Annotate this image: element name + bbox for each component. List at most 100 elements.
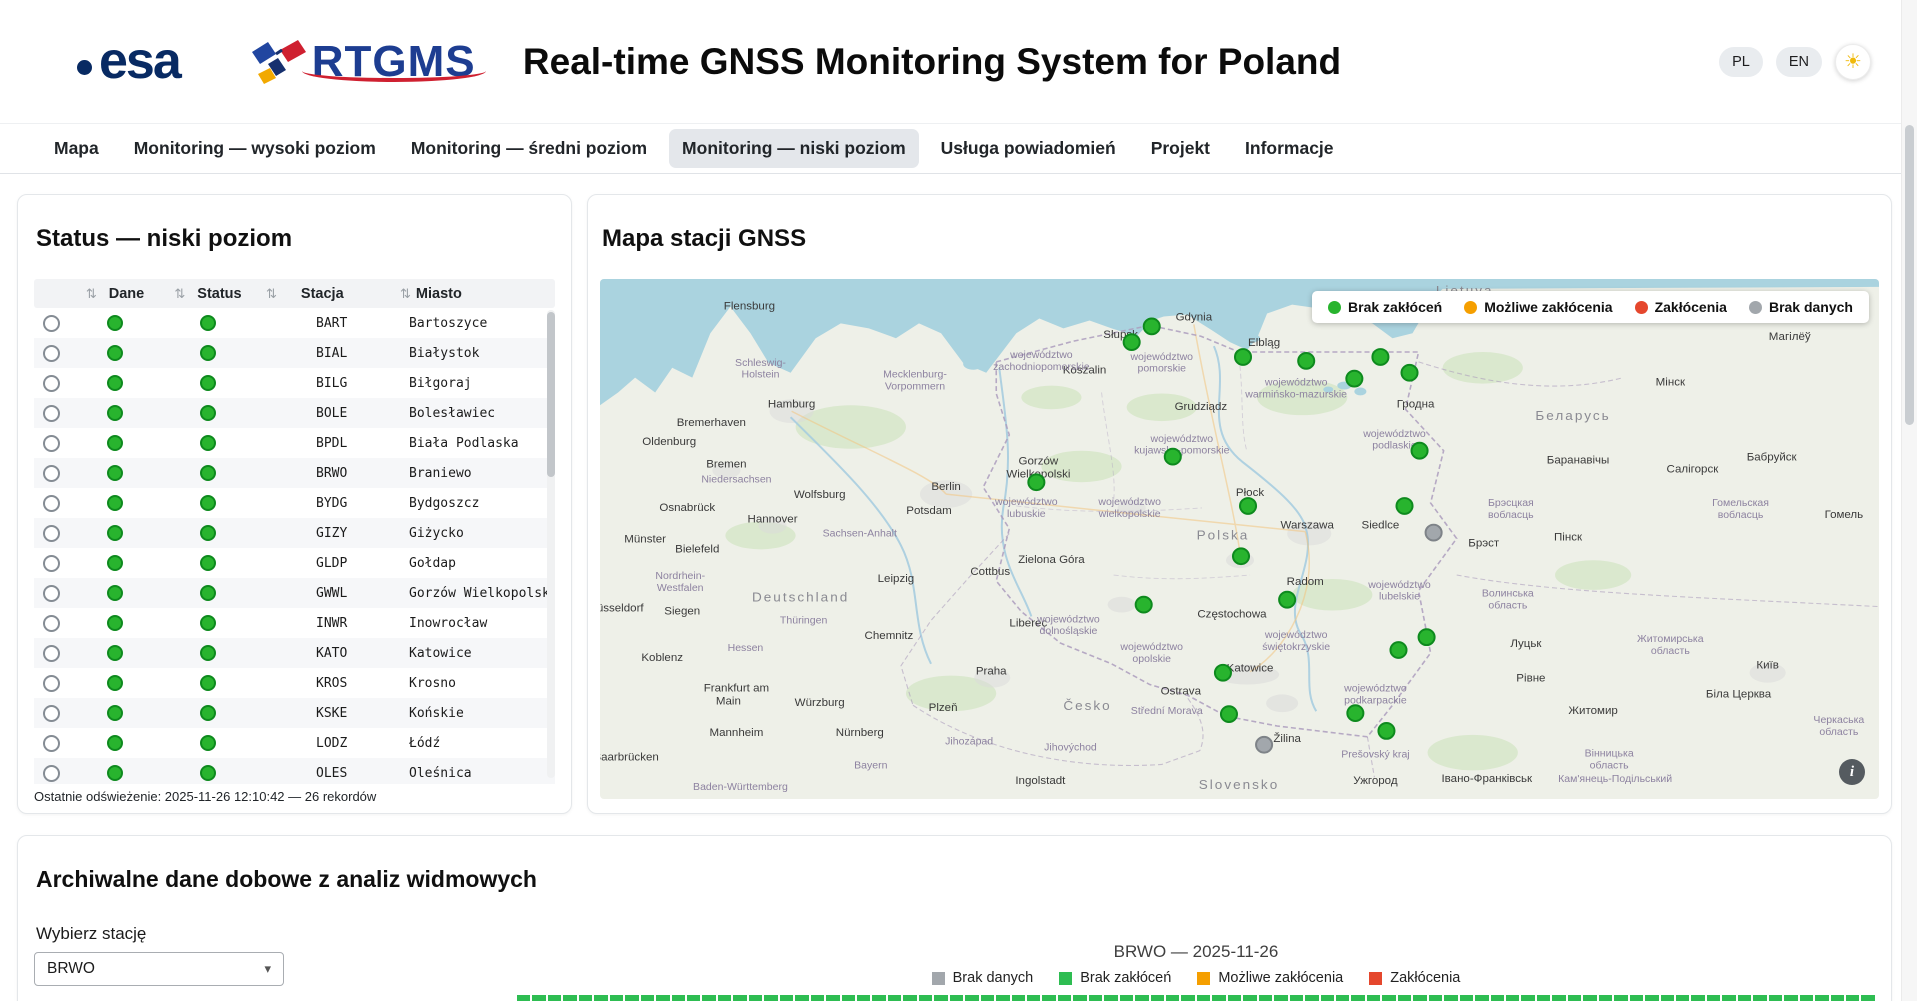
table-row[interactable]: INWRInowrocław bbox=[34, 608, 555, 638]
table-row[interactable]: LODZŁódź bbox=[34, 728, 555, 758]
station-marker[interactable] bbox=[1144, 318, 1160, 334]
station-marker[interactable] bbox=[1136, 597, 1152, 613]
table-row[interactable]: BPDLBiała Podlaska bbox=[34, 428, 555, 458]
table-row[interactable]: KROSKrosno bbox=[34, 668, 555, 698]
station-marker[interactable] bbox=[1256, 737, 1272, 753]
cell-status bbox=[162, 608, 254, 638]
station-code: KROS bbox=[316, 676, 347, 691]
timeline-segment bbox=[1151, 995, 1164, 1001]
timeline-segment bbox=[1166, 995, 1179, 1001]
cell-station: BIAL bbox=[254, 338, 396, 368]
table-row[interactable]: KATOKatowice bbox=[34, 638, 555, 668]
station-marker[interactable] bbox=[1390, 642, 1406, 658]
map-label: Katowice bbox=[1227, 663, 1274, 675]
sort-icon[interactable]: ⇅ bbox=[266, 286, 277, 302]
station-radio[interactable] bbox=[43, 615, 60, 632]
station-marker[interactable] bbox=[1028, 474, 1044, 490]
table-row[interactable]: GLDPGołdap bbox=[34, 548, 555, 578]
station-marker[interactable] bbox=[1372, 349, 1388, 365]
sort-icon[interactable]: ⇅ bbox=[174, 286, 185, 302]
timeline-segment bbox=[1243, 995, 1256, 1001]
sort-icon[interactable]: ⇅ bbox=[86, 286, 97, 302]
station-select[interactable]: BRWO ▾ bbox=[34, 952, 284, 986]
timeline-segment bbox=[687, 995, 700, 1001]
station-marker[interactable] bbox=[1298, 353, 1314, 369]
station-radio[interactable] bbox=[43, 495, 60, 512]
station-marker[interactable] bbox=[1221, 706, 1237, 722]
table-row[interactable]: OLESOleśnica bbox=[34, 758, 555, 784]
station-radio[interactable] bbox=[43, 465, 60, 482]
timeline-segment bbox=[672, 995, 685, 1001]
station-marker[interactable] bbox=[1412, 443, 1428, 459]
station-marker[interactable] bbox=[1165, 449, 1181, 465]
table-row[interactable]: BRWOBraniewo bbox=[34, 458, 555, 488]
table-row[interactable]: BIALBiałystok bbox=[34, 338, 555, 368]
station-radio[interactable] bbox=[43, 345, 60, 362]
station-radio[interactable] bbox=[43, 435, 60, 452]
table-row[interactable]: BARTBartoszyce bbox=[34, 308, 555, 338]
station-radio[interactable] bbox=[43, 555, 60, 572]
page-scrollbar[interactable] bbox=[1901, 0, 1917, 1001]
dane-indicator bbox=[107, 435, 123, 451]
station-marker[interactable] bbox=[1233, 548, 1249, 564]
timeline-segment bbox=[1429, 995, 1442, 1001]
nav-item-monitoring-średni-poziom[interactable]: Monitoring — średni poziom bbox=[398, 129, 660, 168]
lang-pl-button[interactable]: PL bbox=[1719, 47, 1763, 77]
nav-item-monitoring-niski-poziom[interactable]: Monitoring — niski poziom bbox=[669, 129, 919, 168]
station-radio[interactable] bbox=[43, 765, 60, 782]
nav-item-monitoring-wysoki-poziom[interactable]: Monitoring — wysoki poziom bbox=[121, 129, 389, 168]
station-radio[interactable] bbox=[43, 735, 60, 752]
station-marker[interactable] bbox=[1347, 705, 1363, 721]
station-radio[interactable] bbox=[43, 315, 60, 332]
station-radio[interactable] bbox=[43, 525, 60, 542]
station-radio[interactable] bbox=[43, 705, 60, 722]
table-row[interactable]: BILGBiłgoraj bbox=[34, 368, 555, 398]
table-row[interactable]: BOLEBolesławiec bbox=[34, 398, 555, 428]
map-legend-item: Brak danych bbox=[1749, 299, 1853, 315]
station-marker[interactable] bbox=[1235, 349, 1251, 365]
table-scrollbar-thumb[interactable] bbox=[547, 312, 555, 477]
station-marker[interactable] bbox=[1240, 498, 1256, 514]
map-label: Bayern bbox=[854, 760, 888, 771]
station-marker[interactable] bbox=[1402, 365, 1418, 381]
station-radio[interactable] bbox=[43, 405, 60, 422]
station-radio[interactable] bbox=[43, 675, 60, 692]
station-code: INWR bbox=[316, 616, 347, 631]
station-marker[interactable] bbox=[1124, 334, 1140, 350]
nav-item-projekt[interactable]: Projekt bbox=[1138, 129, 1223, 168]
sort-icon[interactable]: ⇅ bbox=[400, 286, 411, 302]
table-row[interactable]: GIZYGiżycko bbox=[34, 518, 555, 548]
cell-city: Łódź bbox=[396, 728, 555, 758]
station-marker[interactable] bbox=[1419, 629, 1435, 645]
map-label: dolnośląskie bbox=[1040, 626, 1098, 637]
table-row[interactable]: GWWLGorzów Wielkopolski bbox=[34, 578, 555, 608]
timeline-segment bbox=[1784, 995, 1797, 1001]
station-marker[interactable] bbox=[1426, 525, 1442, 541]
station-radio[interactable] bbox=[43, 585, 60, 602]
map-info-button[interactable]: i bbox=[1839, 759, 1865, 785]
station-marker[interactable] bbox=[1396, 498, 1412, 514]
station-radio[interactable] bbox=[43, 375, 60, 392]
station-marker[interactable] bbox=[1279, 592, 1295, 608]
cell-select bbox=[34, 518, 68, 548]
table-scrollbar[interactable] bbox=[547, 310, 555, 778]
lang-en-button[interactable]: EN bbox=[1776, 47, 1822, 77]
nav-item-mapa[interactable]: Mapa bbox=[41, 129, 112, 168]
nav-item-informacje[interactable]: Informacje bbox=[1232, 129, 1347, 168]
timeline-segment bbox=[1831, 995, 1844, 1001]
info-icon: i bbox=[1850, 764, 1854, 781]
map-label: Гомель bbox=[1825, 509, 1864, 521]
table-row[interactable]: KSKEKońskie bbox=[34, 698, 555, 728]
timeline-segment bbox=[950, 995, 963, 1001]
page-scrollbar-thumb[interactable] bbox=[1905, 125, 1914, 425]
gnss-map[interactable]: PolskaDeutschlandČeskoSlovenskoБеларусьL… bbox=[600, 279, 1879, 799]
station-radio[interactable] bbox=[43, 645, 60, 662]
theme-toggle-button[interactable]: ☀ bbox=[1835, 44, 1871, 80]
station-marker[interactable] bbox=[1346, 371, 1362, 387]
station-marker[interactable] bbox=[1215, 665, 1231, 681]
nav-item-usługa-powiadomień[interactable]: Usługa powiadomień bbox=[928, 129, 1129, 168]
legend-dot-icon bbox=[1464, 301, 1477, 314]
table-row[interactable]: BYDGBydgoszcz bbox=[34, 488, 555, 518]
map-label: Черкаська bbox=[1813, 715, 1864, 726]
station-marker[interactable] bbox=[1378, 723, 1394, 739]
